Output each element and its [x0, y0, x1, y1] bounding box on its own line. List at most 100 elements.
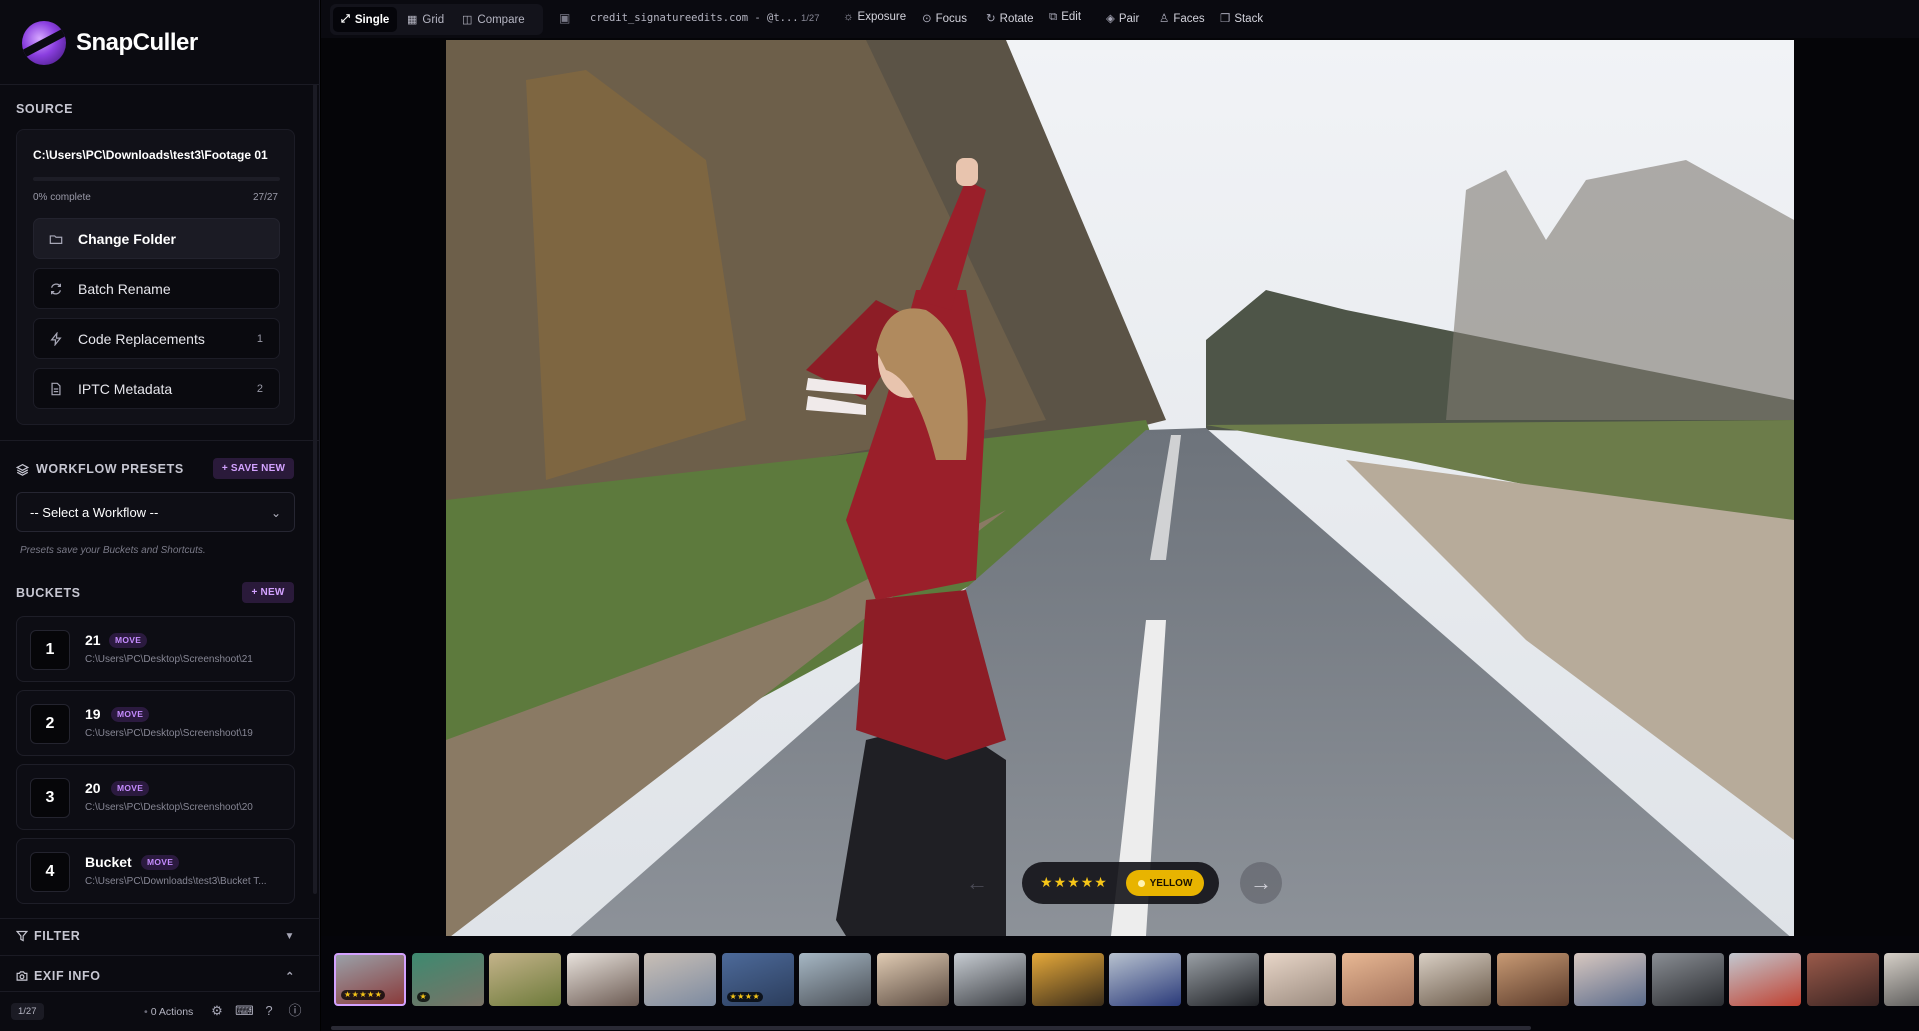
main-photo[interactable] — [446, 40, 1794, 936]
filmstrip-thumbnail[interactable]: ★★★★ — [721, 953, 794, 1006]
filmstrip-thumbnail[interactable]: ★ — [411, 953, 484, 1006]
arrow-right-icon: → — [1250, 870, 1272, 895]
filmstrip-thumbnail[interactable] — [1419, 953, 1491, 1006]
filmstrip-thumbnail[interactable] — [1031, 953, 1104, 1006]
view-single-label: Single — [354, 13, 390, 26]
workflow-select[interactable]: -- Select a Workflow -- ⌄ — [16, 492, 295, 532]
info-icon[interactable]: ⓘ — [287, 1003, 303, 1019]
iptc-metadata-label: IPTC Metadata — [78, 380, 173, 397]
sidebar-scrollbar[interactable] — [313, 84, 317, 894]
previous-image-button[interactable]: ← — [956, 862, 998, 904]
top-toolbar: ⤢ Single ▦ Grid ◫ Compare ▣ credit_signatur… — [321, 0, 1919, 38]
view-single-button[interactable]: ⤢ Single — [333, 7, 398, 32]
star-icon[interactable]: ★ — [1094, 874, 1108, 890]
bucket-card-2[interactable]: 2 19 MOVE C:\Users\PC\Desktop\Screenshoo… — [16, 690, 295, 756]
view-grid-button[interactable]: ▦ Grid — [399, 7, 452, 32]
filmstrip-thumbnail[interactable] — [644, 953, 716, 1006]
divider — [0, 84, 320, 85]
filmstrip-thumbnail[interactable]: ★★★★★ — [334, 953, 406, 1006]
workflow-select-value: -- Select a Workflow -- — [30, 504, 159, 520]
expand-icon: ⤢ — [341, 13, 350, 25]
divider — [0, 440, 320, 441]
filmstrip-thumbnail[interactable] — [1341, 953, 1414, 1006]
app-name: SnapCuller — [76, 29, 198, 56]
sidebar-footer: 1/27 • 0 Actions ⚙ ⌨ ? ⓘ — [0, 991, 320, 1031]
filmstrip-thumbnail[interactable] — [954, 953, 1026, 1006]
bucket-card-4[interactable]: 4 Bucket MOVE C:\Users\PC\Downloads\test… — [16, 838, 295, 904]
document-icon — [51, 382, 61, 395]
save-new-workflow-button[interactable]: + SAVE NEW — [213, 458, 294, 479]
iptc-metadata-button[interactable]: IPTC Metadata 2 — [33, 368, 280, 409]
bucket-card-3[interactable]: 3 20 MOVE C:\Users\PC\Desktop\Screenshoo… — [16, 764, 295, 830]
stack-tool-button[interactable]: ❐ Stack — [1220, 11, 1263, 25]
image-file-icon: ▣ — [559, 11, 571, 25]
bucket-path: C:\Users\PC\Desktop\Screenshoot\21 — [85, 654, 253, 665]
star-icon[interactable]: ★ — [1040, 874, 1054, 890]
divider — [0, 955, 320, 956]
rotate-icon: ↻ — [986, 13, 996, 25]
star-icon[interactable]: ★ — [1054, 874, 1068, 890]
exif-section-toggle[interactable]: EXIF INFO ⌃ — [16, 969, 295, 983]
filmstrip-scrollbar[interactable] — [331, 1026, 1531, 1030]
star-rating[interactable]: ★★★★★ — [1040, 874, 1108, 891]
faces-tool-button[interactable]: ♙ Faces — [1159, 11, 1205, 25]
edit-tool-button[interactable]: ⧉ Edit — [1049, 11, 1081, 24]
exposure-label: Exposure — [857, 11, 907, 23]
filmstrip-thumbnail[interactable] — [1884, 953, 1919, 1006]
filmstrip-thumbnail[interactable] — [1186, 953, 1259, 1006]
filmstrip-thumbnail[interactable] — [489, 953, 561, 1006]
bucket-path: C:\Users\PC\Desktop\Screenshoot\20 — [85, 802, 253, 813]
bucket-path: C:\Users\PC\Desktop\Screenshoot\19 — [85, 728, 253, 739]
workflow-title: WORKFLOW PRESETS — [36, 462, 184, 476]
person-icon: ♙ — [1159, 13, 1170, 25]
view-compare-button[interactable]: ◫ Compare — [454, 7, 533, 32]
new-bucket-button[interactable]: + NEW — [242, 582, 294, 603]
view-mode-group: ⤢ Single ▦ Grid ◫ Compare — [330, 4, 543, 35]
color-label-text: YELLOW — [1149, 877, 1193, 889]
bucket-name: 19 — [85, 706, 101, 722]
folder-icon — [49, 234, 63, 244]
exposure-tool-button[interactable]: ☼ Exposure — [843, 11, 906, 23]
color-label-button[interactable]: YELLOW — [1126, 870, 1204, 896]
page-indicator: 1/27 — [11, 1003, 44, 1020]
code-replacements-button[interactable]: Code Replacements 1 — [33, 318, 280, 359]
filmstrip-thumbnail[interactable] — [876, 953, 949, 1006]
chevron-up-icon: ⌃ — [285, 970, 295, 983]
filmstrip-thumbnail[interactable] — [1729, 953, 1801, 1006]
filmstrip-thumbnail[interactable] — [799, 953, 871, 1006]
rotate-tool-button[interactable]: ↻ Rotate — [986, 11, 1034, 25]
keyboard-icon[interactable]: ⌨ — [235, 1003, 254, 1019]
thumbnail-rating: ★ — [416, 992, 431, 1002]
filmstrip-thumbnail[interactable] — [1651, 953, 1724, 1006]
filmstrip-thumbnail[interactable] — [1806, 953, 1879, 1006]
bucket-number: 2 — [30, 704, 70, 744]
bucket-path: C:\Users\PC\Downloads\test3\Bucket T... — [85, 876, 267, 887]
batch-rename-button[interactable]: Batch Rename — [33, 268, 280, 309]
filmstrip-thumbnail[interactable] — [1496, 953, 1569, 1006]
filmstrip-thumbnail[interactable] — [1574, 953, 1646, 1006]
change-folder-button[interactable]: Change Folder — [33, 218, 280, 259]
stack-icon: ❐ — [1220, 13, 1231, 25]
filter-section-toggle[interactable]: FILTER ▼ — [16, 929, 295, 943]
bucket-card-1[interactable]: 1 21 MOVE C:\Users\PC\Desktop\Screenshoo… — [16, 616, 295, 682]
bucket-mode-badge: MOVE — [141, 855, 180, 870]
focus-label: Focus — [935, 13, 967, 25]
filmstrip-thumbnail[interactable] — [566, 953, 639, 1006]
next-image-button[interactable]: → — [1240, 862, 1282, 904]
filmstrip-thumbnail[interactable] — [1264, 953, 1336, 1006]
star-icon[interactable]: ★ — [1067, 874, 1081, 890]
app-logo[interactable]: SnapCuller — [22, 20, 198, 66]
filmstrip-thumbnail[interactable] — [1109, 953, 1181, 1006]
focus-tool-button[interactable]: ⊙ Focus — [922, 11, 967, 25]
help-icon[interactable]: ? — [261, 1003, 277, 1019]
exif-title: EXIF INFO — [34, 969, 101, 983]
sidebar: SnapCuller SOURCE C:\Users\PC\Downloads\… — [0, 0, 320, 1031]
batch-rename-label: Batch Rename — [78, 280, 171, 297]
actions-counter[interactable]: • 0 Actions — [144, 1006, 193, 1018]
settings-icon[interactable]: ⚙ — [209, 1003, 225, 1019]
photo-illustration — [446, 40, 1794, 936]
stack-label: Stack — [1234, 13, 1264, 25]
star-icon[interactable]: ★ — [1081, 874, 1095, 890]
pair-tool-button[interactable]: ◈ Pair — [1106, 11, 1139, 25]
snapculler-logo-icon — [22, 21, 66, 65]
